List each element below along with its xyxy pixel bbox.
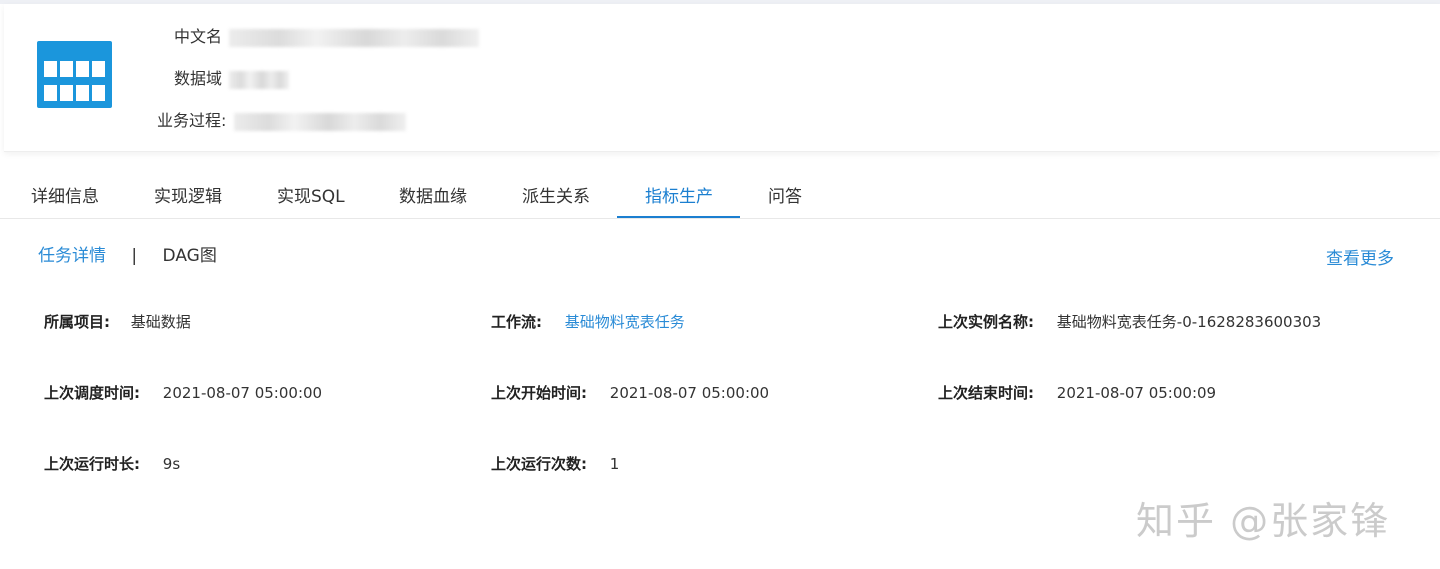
- last-run-count-value: 1: [609, 455, 620, 473]
- workflow-link[interactable]: 基础物料宽表任务: [565, 310, 685, 334]
- field-last-end-time: 上次结束时间: 2021-08-07 05:00:09: [938, 381, 1216, 405]
- last-end-time-label: 上次结束时间:: [938, 384, 1034, 402]
- data-domain-label: 数据域: [174, 69, 223, 88]
- last-start-time-label: 上次开始时间:: [491, 384, 587, 402]
- field-last-run-count: 上次运行次数: 1: [491, 452, 619, 476]
- subtab-task-detail[interactable]: 任务详情: [38, 246, 106, 266]
- tab-qa[interactable]: 问答: [768, 184, 802, 218]
- data-domain-row: 数据域: [174, 68, 290, 90]
- tab-bar: 详细信息 实现逻辑 实现SQL 数据血缘 派生关系 指标生产 问答: [0, 172, 1440, 219]
- last-instance-name-label: 上次实例名称:: [938, 313, 1034, 331]
- page: 中文名 数据域 业务过程: 详细信息 实现逻辑 实现SQL 数据血缘 派生关系 …: [0, 0, 1440, 569]
- field-last-instance-name: 上次实例名称: 基础物料宽表任务-0-1628283600303: [938, 310, 1321, 334]
- last-start-time-value: 2021-08-07 05:00:00: [609, 384, 770, 402]
- business-process-label: 业务过程:: [157, 111, 227, 130]
- watermark: 知乎 @张家锋: [1136, 499, 1391, 543]
- tab-metric-production[interactable]: 指标生产: [645, 184, 713, 218]
- header-card: 中文名 数据域 业务过程:: [4, 4, 1440, 152]
- field-last-schedule-time: 上次调度时间: 2021-08-07 05:00:00: [44, 381, 322, 405]
- last-run-count-label: 上次运行次数:: [491, 455, 587, 473]
- subtab-dag[interactable]: DAG图: [163, 246, 217, 266]
- business-process-value-redacted: [233, 112, 406, 131]
- tab-derivation[interactable]: 派生关系: [522, 184, 590, 218]
- last-duration-value: 9s: [162, 455, 181, 473]
- chinese-name-value-redacted: [229, 28, 480, 47]
- field-last-start-time: 上次开始时间: 2021-08-07 05:00:00: [491, 381, 769, 405]
- last-end-time-value: 2021-08-07 05:00:09: [1056, 384, 1217, 402]
- last-schedule-time-value: 2021-08-07 05:00:00: [162, 384, 323, 402]
- active-tab-indicator: [617, 216, 740, 218]
- subtab-separator: |: [131, 246, 138, 266]
- last-duration-label: 上次运行时长:: [44, 455, 140, 473]
- tab-logic[interactable]: 实现逻辑: [154, 184, 222, 218]
- last-instance-name-value: 基础物料宽表任务-0-1628283600303: [1056, 313, 1322, 331]
- tab-details[interactable]: 详细信息: [31, 184, 99, 218]
- chinese-name-row: 中文名: [174, 26, 480, 48]
- chinese-name-label: 中文名: [174, 27, 223, 46]
- table-icon: [37, 41, 112, 108]
- field-workflow: 工作流: 基础物料宽表任务: [491, 310, 685, 334]
- tab-lineage[interactable]: 数据血缘: [399, 184, 467, 218]
- last-schedule-time-label: 上次调度时间:: [44, 384, 140, 402]
- view-more-link[interactable]: 查看更多: [1326, 244, 1394, 269]
- data-domain-value-redacted: [229, 70, 290, 89]
- field-last-duration: 上次运行时长: 9s: [44, 452, 180, 476]
- field-project: 所属项目: 基础数据: [44, 310, 191, 334]
- project-label: 所属项目:: [44, 313, 110, 331]
- tab-sql[interactable]: 实现SQL: [277, 184, 345, 218]
- project-value: 基础数据: [130, 313, 191, 331]
- subtab-bar: 任务详情 | DAG图: [38, 244, 217, 268]
- workflow-label: 工作流:: [491, 313, 542, 331]
- business-process-row: 业务过程:: [157, 110, 406, 132]
